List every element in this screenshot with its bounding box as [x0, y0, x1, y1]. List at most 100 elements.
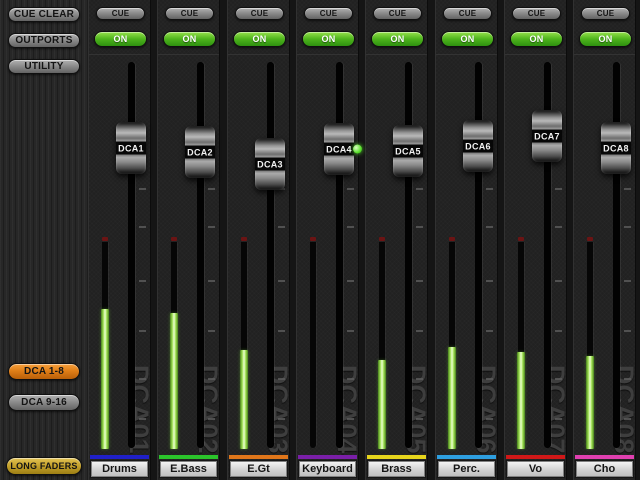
fader-scale-tick: [139, 188, 146, 190]
long-faders-button[interactable]: LONG FADERS: [6, 457, 82, 475]
level-meter-track: [310, 242, 316, 448]
strip-divider: [574, 54, 635, 55]
channel-name[interactable]: Brass: [368, 461, 425, 477]
cue-button[interactable]: CUE: [512, 7, 561, 20]
on-button[interactable]: ON: [233, 31, 286, 47]
channel-name[interactable]: Keyboard: [299, 461, 356, 477]
channel-name[interactable]: Cho: [576, 461, 633, 477]
fader-scale-tick: [486, 226, 493, 228]
fader-knob[interactable]: DCA6: [463, 120, 493, 172]
channel-color-bar: [298, 455, 357, 459]
fader-scale-tick: [208, 330, 215, 332]
fader-knob-band: DCA7: [532, 129, 562, 143]
on-button[interactable]: ON: [441, 31, 494, 47]
fader-scale-tick: [347, 418, 354, 420]
utility-button[interactable]: UTILITY: [8, 59, 80, 74]
sidebar: CUE CLEAR OUTPORTS UTILITY DCA 1-8 DCA 9…: [0, 0, 88, 480]
on-button[interactable]: ON: [579, 31, 632, 47]
fader-scale-tick: [624, 226, 631, 228]
level-meter-fill: [586, 356, 594, 449]
channel-strip: CUE ON DCA05 DCA5 Brass: [365, 0, 431, 480]
fader-scale-tick: [555, 226, 562, 228]
channel-name[interactable]: Drums: [91, 461, 148, 477]
fader-scale-tick: [555, 330, 562, 332]
fader-scale-tick: [416, 188, 423, 190]
cue-button[interactable]: CUE: [165, 7, 214, 20]
fader-knob-label: DCA8: [603, 143, 629, 153]
fader-track[interactable]: [267, 62, 274, 448]
fader-scale-tick: [486, 378, 493, 380]
fader-knob-band: DCA4: [324, 142, 354, 156]
fader-knob[interactable]: DCA5: [393, 125, 423, 177]
fader-scale-tick: [555, 280, 562, 282]
cue-button[interactable]: CUE: [235, 7, 284, 20]
fader-knob-band: DCA3: [255, 157, 285, 171]
fader-scale-tick: [347, 330, 354, 332]
channel-color-bar: [437, 455, 496, 459]
fader-scale-tick: [555, 188, 562, 190]
fader-scale-tick: [208, 280, 215, 282]
fader-scale-tick: [624, 188, 631, 190]
fader-track[interactable]: [197, 62, 204, 448]
channel-color-bar: [575, 455, 634, 459]
channel-strips: CUE ON DCA01 DCA1 Drums CUE ON DCA02 DCA…: [88, 0, 640, 480]
on-button[interactable]: ON: [371, 31, 424, 47]
meter-peak-mark: [449, 237, 455, 241]
channel-name[interactable]: E.Bass: [160, 461, 217, 477]
channel-name[interactable]: E.Gt: [230, 461, 287, 477]
fader-track[interactable]: [336, 62, 343, 448]
level-meter-fill: [101, 309, 109, 449]
outports-button[interactable]: OUTPORTS: [8, 33, 80, 48]
cue-button[interactable]: CUE: [443, 7, 492, 20]
fader-knob[interactable]: DCA2: [185, 126, 215, 178]
fader-knob[interactable]: DCA4: [324, 123, 362, 175]
on-button[interactable]: ON: [302, 31, 355, 47]
cue-button[interactable]: CUE: [304, 7, 353, 20]
on-button[interactable]: ON: [510, 31, 563, 47]
selected-indicator-dot: [353, 144, 362, 154]
cue-button[interactable]: CUE: [581, 7, 630, 20]
on-button[interactable]: ON: [163, 31, 216, 47]
meter-peak-mark: [379, 237, 385, 241]
bank-dca-1-8-button[interactable]: DCA 1-8: [8, 363, 80, 380]
fader-track[interactable]: [128, 62, 135, 448]
strip-divider: [366, 54, 427, 55]
level-meter-fill: [170, 313, 178, 449]
fader-knob[interactable]: DCA3: [255, 138, 285, 190]
fader-scale-tick: [208, 418, 215, 420]
fader-scale-tick: [486, 280, 493, 282]
channel-name[interactable]: Perc.: [438, 461, 495, 477]
fader-knob[interactable]: DCA1: [116, 122, 146, 174]
fader-knob[interactable]: DCA7: [532, 110, 562, 162]
fader-scale-tick: [624, 418, 631, 420]
cue-clear-button[interactable]: CUE CLEAR: [8, 7, 80, 22]
cue-button[interactable]: CUE: [96, 7, 145, 20]
fader-track[interactable]: [613, 62, 620, 448]
meter-peak-mark: [310, 237, 316, 241]
cue-button[interactable]: CUE: [373, 7, 422, 20]
fader-scale-tick: [208, 188, 215, 190]
fader-scale-tick: [555, 378, 562, 380]
fader-knob-label: DCA2: [187, 147, 213, 157]
fader-scale-tick: [347, 188, 354, 190]
channel-color-bar: [229, 455, 288, 459]
strip-divider: [436, 54, 497, 55]
bank-dca-9-16-button[interactable]: DCA 9-16: [8, 394, 80, 411]
fader-knob[interactable]: DCA8: [601, 122, 631, 174]
fader-scale-tick: [278, 226, 285, 228]
channel-strip: CUE ON DCA02 DCA2 E.Bass: [157, 0, 223, 480]
fader-knob-band: DCA2: [185, 145, 215, 159]
fader-scale-tick: [347, 226, 354, 228]
fader-track[interactable]: [405, 62, 412, 448]
fader-scale-tick: [486, 330, 493, 332]
level-meter-fill: [378, 360, 386, 449]
fader-scale-tick: [416, 280, 423, 282]
channel-color-bar: [159, 455, 218, 459]
fader-scale-tick: [416, 378, 423, 380]
channel-name[interactable]: Vo: [507, 461, 564, 477]
fader-knob-label: DCA5: [395, 146, 421, 156]
on-button[interactable]: ON: [94, 31, 147, 47]
strip-divider: [505, 54, 566, 55]
channel-strip: CUE ON DCA08 DCA8 Cho: [573, 0, 639, 480]
fader-scale-tick: [347, 378, 354, 380]
